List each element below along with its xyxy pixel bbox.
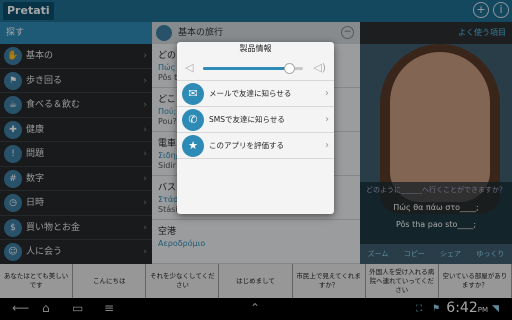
volume-thumb[interactable] xyxy=(284,63,295,74)
chevron-right-icon: › xyxy=(325,88,329,99)
dialog-empty-area xyxy=(177,158,334,214)
rate-app-item[interactable]: ★ このアプリを評価する › xyxy=(177,132,334,158)
sms-icon: ✆ xyxy=(182,109,204,131)
product-info-dialog: 製品情報 ◁ ◁) ✉ メールで友達に知らせる › ✆ SMSで友達に知らせる … xyxy=(177,42,334,214)
dialog-title: 製品情報 xyxy=(239,44,272,53)
chevron-right-icon: › xyxy=(325,140,329,151)
app-screen: Pretati + i 探す ✋ 基本の › ⚑ 歩き回る › ☕ 食べる＆飲む › ✚ 健康… xyxy=(0,0,512,320)
dialog-item-label: このアプリを評価する xyxy=(209,141,284,150)
mail-icon: ✉ xyxy=(182,83,204,105)
volume-slider[interactable]: ◁ ◁) xyxy=(177,56,334,80)
volume-low-icon: ◁ xyxy=(185,61,194,74)
email-share-item[interactable]: ✉ メールで友達に知らせる › xyxy=(177,80,334,106)
dialog-item-label: メールで友達に知らせる xyxy=(209,89,292,98)
star-icon: ★ xyxy=(182,135,204,157)
dialog-item-label: SMSで友達に知らせる xyxy=(209,115,285,124)
volume-high-icon: ◁) xyxy=(313,61,326,74)
volume-fill xyxy=(203,67,289,70)
chevron-right-icon: › xyxy=(325,114,329,125)
sms-share-item[interactable]: ✆ SMSで友達に知らせる › xyxy=(177,106,334,132)
